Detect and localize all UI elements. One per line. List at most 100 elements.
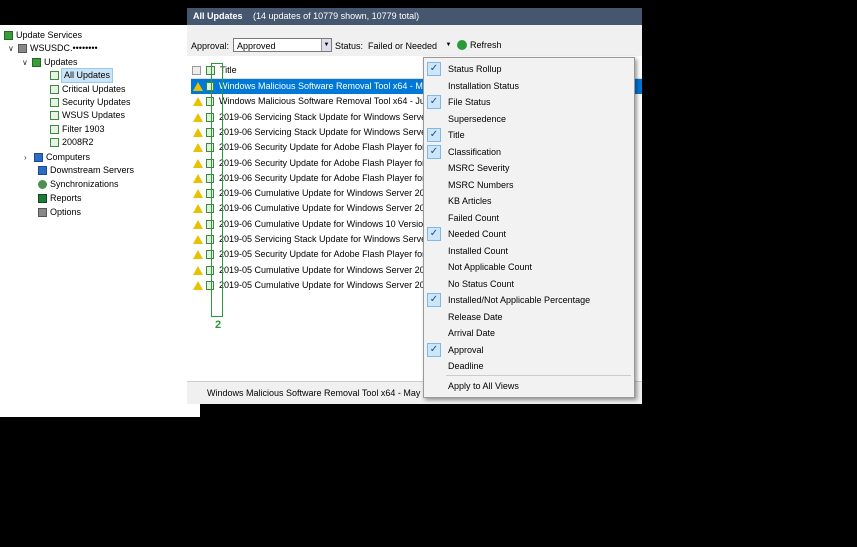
- reports-icon: [38, 194, 47, 203]
- checkmark-icon: ✓: [427, 144, 441, 159]
- update-title: 2019-05 Security Update for Adobe Flash …: [219, 249, 437, 260]
- options-icon: [38, 208, 47, 217]
- tree-root[interactable]: Update Services: [4, 29, 82, 42]
- menu-item-release-date[interactable]: Release Date: [424, 309, 634, 325]
- tree-item-critical-updates[interactable]: Critical Updates: [50, 83, 126, 96]
- collapse-icon[interactable]: ∨: [22, 56, 30, 69]
- menu-item-installation-status[interactable]: Installation Status: [424, 78, 634, 94]
- status-select[interactable]: Failed or Needed ▼: [364, 38, 454, 52]
- menu-item-not-applicable-count[interactable]: Not Applicable Count: [424, 259, 634, 275]
- tree-item-computers[interactable]: › Computers: [24, 151, 90, 164]
- checkmark-icon: ✓: [427, 342, 441, 357]
- menu-item-kb-articles[interactable]: KB Articles: [424, 193, 634, 209]
- menu-separator: [446, 375, 631, 376]
- checkmark-icon: ✓: [427, 95, 441, 109]
- approval-label: Approval:: [191, 41, 230, 51]
- tree-item-label: Options: [50, 207, 82, 217]
- tree-server[interactable]: ∨ WSUSDC.••••••••: [8, 42, 98, 55]
- tree-updates[interactable]: ∨ Updates: [22, 56, 78, 69]
- menu-item-status-rollup[interactable]: ✓ Status Rollup: [424, 61, 634, 77]
- checkmark-icon: ✓: [427, 62, 441, 76]
- tree-item-label: Computers: [46, 152, 91, 162]
- computers-icon: [34, 153, 43, 162]
- tree-item-reports[interactable]: Reports: [38, 192, 82, 205]
- update-view-icon: [50, 71, 59, 80]
- tree-item-wsus-updates[interactable]: WSUS Updates: [50, 109, 125, 122]
- menu-item-installed-not-applicable-percentage[interactable]: ✓ Installed/Not Applicable Percentage: [424, 292, 634, 308]
- tree-item-security-updates[interactable]: Security Updates: [50, 96, 131, 109]
- menu-item-arrival-date[interactable]: Arrival Date: [424, 325, 634, 341]
- menu-item-msrc-severity[interactable]: MSRC Severity: [424, 160, 634, 176]
- checkmark-icon: ✓: [427, 227, 441, 241]
- expand-icon[interactable]: ›: [24, 151, 32, 164]
- tree-item-downstream-servers[interactable]: Downstream Servers: [38, 164, 134, 177]
- warning-icon: [193, 127, 203, 137]
- update-title: 2019-06 Security Update for Adobe Flash …: [219, 157, 437, 168]
- menu-item-label: Supersedence: [448, 113, 507, 124]
- menu-item-file-status[interactable]: ✓ File Status: [424, 94, 634, 110]
- update-services-icon: [4, 31, 13, 40]
- tree-item-2008r2[interactable]: 2008R2: [50, 136, 94, 149]
- menu-item-title[interactable]: ✓ Title: [424, 127, 634, 143]
- menu-item-label: Classification: [448, 146, 502, 157]
- menu-item-label: KB Articles: [448, 196, 492, 206]
- status-column-icon[interactable]: [192, 66, 201, 75]
- column-context-menu: ✓ Status Rollup Installation Status ✓ File S…: [423, 57, 635, 398]
- menu-item-label: Status Rollup: [448, 64, 502, 74]
- update-title: 2019-06 Cumulative Update for Windows Se…: [219, 188, 430, 199]
- menu-item-label: File Status: [448, 97, 491, 107]
- menu-item-msrc-numbers[interactable]: MSRC Numbers: [424, 177, 634, 193]
- tree-item-synchronizations[interactable]: Synchronizations: [38, 178, 119, 191]
- menu-item-installed-count[interactable]: Installed Count: [424, 243, 634, 259]
- tree-item-options[interactable]: Options: [38, 206, 81, 219]
- synchronizations-icon: [38, 180, 47, 189]
- menu-item-apply-all[interactable]: Apply to All Views: [424, 378, 634, 394]
- menu-item-deadline[interactable]: Deadline: [424, 358, 634, 374]
- tree-item-filter-1903[interactable]: Filter 1903: [50, 123, 105, 136]
- tree-root-label: Update Services: [16, 30, 83, 40]
- menu-item-label: Apply to All Views: [448, 381, 519, 391]
- menu-item-label: Installed Count: [448, 245, 509, 256]
- menu-item-needed-count[interactable]: ✓ Needed Count: [424, 226, 634, 242]
- menu-item-classification[interactable]: ✓ Classification: [424, 144, 634, 160]
- tree-item-label: Filter 1903: [62, 124, 105, 134]
- warning-icon: [193, 143, 203, 153]
- update-title: 2019-05 Servicing Stack Update for Windo…: [219, 234, 430, 244]
- tree-item-all-updates[interactable]: All Updates: [50, 68, 114, 83]
- menu-item-label: Needed Count: [448, 229, 507, 239]
- update-title: 2019-05 Cumulative Update for Windows Se…: [219, 279, 430, 290]
- menu-item-no-status-count[interactable]: No Status Count: [424, 276, 634, 292]
- collapse-icon[interactable]: ∨: [8, 42, 16, 55]
- menu-item-label: Failed Count: [448, 212, 500, 223]
- tree-item-label: Synchronizations: [50, 179, 119, 189]
- menu-item-label: Approval: [448, 344, 484, 355]
- menu-item-label: Release Date: [448, 311, 503, 322]
- downstream-servers-icon: [38, 166, 47, 175]
- update-count: (14 updates of 10779 shown, 10779 total): [253, 11, 420, 21]
- tree-item-label: 2008R2: [62, 137, 94, 147]
- tree-server-label: WSUSDC.••••••••: [30, 43, 98, 53]
- menu-item-supersedence[interactable]: Supersedence: [424, 111, 634, 127]
- menu-item-approval[interactable]: ✓ Approval: [424, 342, 634, 358]
- menu-item-label: Not Applicable Count: [448, 262, 533, 272]
- warning-icon: [193, 189, 203, 199]
- tree-updates-label: Updates: [44, 57, 78, 67]
- tree-item-label: WSUS Updates: [62, 110, 126, 120]
- warning-icon: [193, 158, 203, 168]
- warning-icon: [193, 82, 203, 91]
- dropdown-arrow-icon[interactable]: ▼: [321, 39, 331, 51]
- refresh-button[interactable]: Refresh: [457, 38, 502, 52]
- warning-icon: [193, 265, 203, 275]
- menu-item-label: Installation Status: [448, 80, 520, 91]
- approval-select[interactable]: Approved ▼: [233, 38, 332, 52]
- menu-item-label: MSRC Numbers: [448, 179, 514, 190]
- menu-item-failed-count[interactable]: Failed Count: [424, 210, 634, 226]
- update-title: 2019-06 Cumulative Update for Windows 10…: [219, 218, 429, 229]
- update-title: Windows Malicious Software Removal Tool …: [219, 81, 428, 91]
- warning-icon: [193, 173, 203, 183]
- status-value: Failed or Needed: [368, 41, 438, 51]
- menu-item-label: Installed/Not Applicable Percentage: [448, 295, 591, 305]
- annotation-box-2: [211, 63, 223, 317]
- warning-icon: [193, 235, 203, 244]
- dropdown-arrow-icon[interactable]: ▼: [444, 39, 453, 51]
